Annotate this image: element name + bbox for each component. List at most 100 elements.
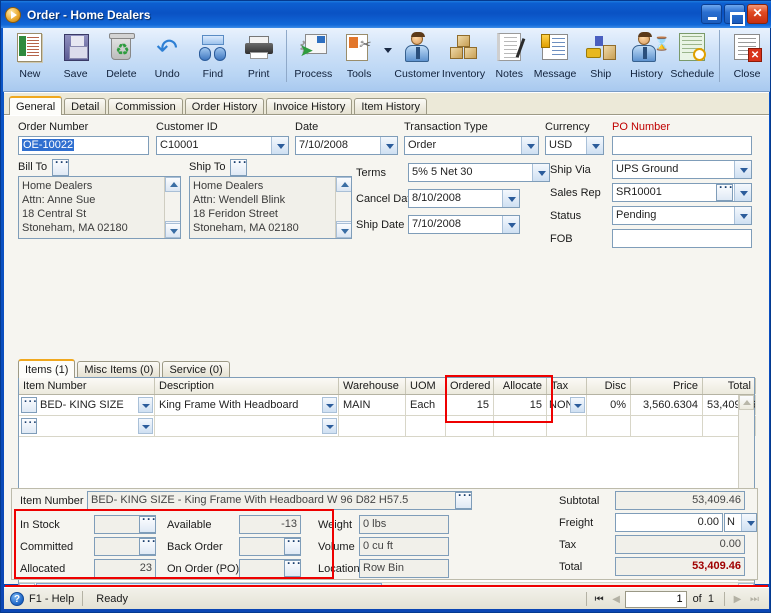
cell-tax[interactable]: NON xyxy=(547,395,587,415)
first-record-icon[interactable]: ⏮ xyxy=(591,591,608,608)
column-header-disc[interactable]: Disc xyxy=(587,378,631,394)
freight-taxable-combo[interactable]: N xyxy=(724,513,757,532)
tab-items[interactable]: Items (1) xyxy=(18,359,76,378)
column-header-description[interactable]: Description xyxy=(155,378,339,394)
item-lookup-button[interactable] xyxy=(21,416,38,434)
close-window-button[interactable]: ✕ xyxy=(747,4,768,24)
committed-lookup-button[interactable] xyxy=(139,534,157,555)
tab-detail[interactable]: Detail xyxy=(64,98,107,115)
chevron-down-icon[interactable] xyxy=(138,418,153,434)
next-record-icon[interactable]: ▶ xyxy=(729,591,746,608)
order-number-input[interactable]: OE-10022 xyxy=(18,136,149,155)
toolbar-print-button[interactable]: Print xyxy=(236,28,282,88)
chevron-down-icon[interactable] xyxy=(741,514,756,531)
sales-rep-lookup-button[interactable] xyxy=(716,180,734,201)
toolbar-inventory-button[interactable]: Inventory xyxy=(441,28,487,88)
toolbar-history-button[interactable]: ⌛ History xyxy=(624,28,670,88)
cell-disc[interactable] xyxy=(587,416,631,436)
tab-order-history[interactable]: Order History xyxy=(184,98,265,115)
cell-allocate[interactable]: 15 xyxy=(494,395,547,415)
cell-price[interactable]: 3,560.6304 xyxy=(631,395,703,415)
toolbar-customer-button[interactable]: Customer xyxy=(394,28,441,88)
customer-id-combo[interactable]: C10001 xyxy=(156,136,289,155)
ship-via-combo[interactable]: UPS Ground xyxy=(612,160,752,179)
cell-allocate[interactable] xyxy=(494,416,547,436)
chevron-down-icon[interactable] xyxy=(586,137,603,154)
cell-uom[interactable]: Each xyxy=(406,395,446,415)
scroll-down-icon[interactable] xyxy=(165,223,180,238)
chevron-down-icon[interactable] xyxy=(734,184,751,201)
date-combo[interactable]: 7/10/2008 xyxy=(295,136,398,155)
cell-item-number[interactable] xyxy=(19,416,155,436)
cell-disc[interactable]: 0% xyxy=(587,395,631,415)
cell-item-number[interactable]: BED- KING SIZE xyxy=(19,395,155,415)
currency-combo[interactable]: USD xyxy=(545,136,604,155)
on-order-lookup-button[interactable] xyxy=(284,556,302,577)
chevron-down-icon[interactable] xyxy=(532,164,549,181)
terms-combo[interactable]: 5% 5 Net 30 xyxy=(408,163,550,182)
table-row[interactable]: BED- KING SIZE King Frame With Headboard… xyxy=(19,395,756,416)
toolbar-undo-button[interactable]: ↶ Undo xyxy=(144,28,190,88)
item-lookup-button[interactable] xyxy=(21,395,38,413)
toolbar-tools-button[interactable]: ✂ Tools xyxy=(336,28,382,88)
table-row[interactable] xyxy=(19,416,756,437)
fob-input[interactable] xyxy=(612,229,752,248)
column-header-ordered[interactable]: Ordered xyxy=(446,378,494,394)
tab-service[interactable]: Service (0) xyxy=(162,361,230,378)
bill-to-scrollbar[interactable] xyxy=(164,177,180,238)
column-header-warehouse[interactable]: Warehouse xyxy=(339,378,406,394)
last-record-icon[interactable]: ⏭ xyxy=(746,591,763,608)
cell-warehouse[interactable] xyxy=(339,416,406,436)
chevron-down-icon[interactable] xyxy=(502,190,519,207)
chevron-down-icon[interactable] xyxy=(322,418,337,434)
toolbar-ship-button[interactable]: Ship xyxy=(578,28,624,88)
cell-ordered[interactable] xyxy=(446,416,494,436)
toolbar-schedule-button[interactable]: Schedule xyxy=(669,28,715,88)
back-order-lookup-button[interactable] xyxy=(284,534,302,555)
column-header-item-number[interactable]: Item Number xyxy=(19,378,155,394)
chevron-down-icon[interactable] xyxy=(502,216,519,233)
tab-commission[interactable]: Commission xyxy=(108,98,183,115)
toolbar-find-button[interactable]: Find xyxy=(190,28,236,88)
bill-to-address[interactable]: Home Dealers Attn: Anne Sue 18 Central S… xyxy=(18,176,181,239)
cell-warehouse[interactable]: MAIN xyxy=(339,395,406,415)
cell-uom[interactable] xyxy=(406,416,446,436)
scroll-up-icon[interactable] xyxy=(165,177,180,192)
scroll-up-icon[interactable] xyxy=(336,177,351,192)
chevron-down-icon[interactable] xyxy=(734,161,751,178)
scroll-up-icon[interactable] xyxy=(739,395,754,410)
column-header-allocate[interactable]: Allocate xyxy=(494,378,547,394)
in-stock-lookup-button[interactable] xyxy=(139,512,157,533)
sales-rep-combo[interactable]: SR10001 xyxy=(612,180,752,202)
chevron-down-icon[interactable] xyxy=(521,137,538,154)
chevron-down-icon[interactable] xyxy=(322,397,337,413)
previous-record-icon[interactable]: ◀ xyxy=(608,591,625,608)
chevron-down-icon[interactable] xyxy=(138,397,153,413)
freight-input[interactable]: 0.00 xyxy=(615,513,723,532)
chevron-down-icon[interactable] xyxy=(570,397,585,413)
ship-date-combo[interactable]: 7/10/2008 xyxy=(408,215,520,234)
ship-to-lookup-button[interactable] xyxy=(230,155,248,176)
column-header-total[interactable]: Total xyxy=(703,378,756,394)
tab-general[interactable]: General xyxy=(9,96,63,115)
tab-misc-items[interactable]: Misc Items (0) xyxy=(77,361,161,378)
record-number-input[interactable]: 1 xyxy=(624,590,687,608)
cell-description[interactable] xyxy=(155,416,339,436)
toolbar-notes-button[interactable]: Notes xyxy=(486,28,532,88)
cell-price[interactable] xyxy=(631,416,703,436)
cell-tax[interactable] xyxy=(547,416,587,436)
toolbar-close-button[interactable]: ✕ Close xyxy=(724,28,770,88)
toolbar-process-button[interactable]: ⚙➤ Process xyxy=(290,28,336,88)
cell-ordered[interactable]: 15 xyxy=(446,395,494,415)
cancel-date-combo[interactable]: 8/10/2008 xyxy=(408,189,520,208)
chevron-down-icon[interactable] xyxy=(734,207,751,224)
cell-description[interactable]: King Frame With Headboard xyxy=(155,395,339,415)
ship-to-scrollbar[interactable] xyxy=(335,177,351,238)
toolbar-delete-button[interactable]: Delete xyxy=(99,28,145,88)
scroll-down-icon[interactable] xyxy=(336,223,351,238)
po-number-input[interactable] xyxy=(612,136,752,155)
bill-to-lookup-button[interactable] xyxy=(52,155,70,176)
chevron-down-icon[interactable] xyxy=(380,137,397,154)
minimize-button[interactable] xyxy=(701,4,722,24)
chevron-down-icon[interactable] xyxy=(271,137,288,154)
